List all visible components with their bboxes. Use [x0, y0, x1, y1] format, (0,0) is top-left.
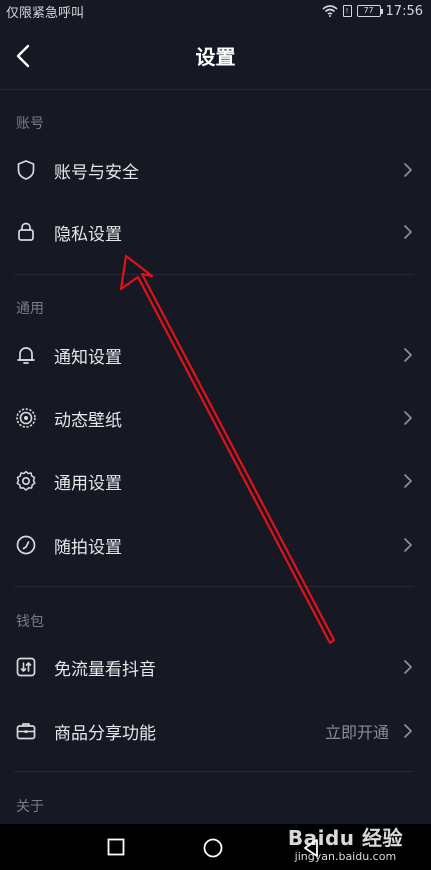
- data-free-icon: [16, 657, 36, 677]
- chevron-right-icon: [404, 225, 412, 239]
- lock-icon: [18, 222, 34, 241]
- section-header-wallet: 钱包: [16, 614, 44, 630]
- live-wallpaper-icon: [16, 408, 36, 428]
- back-arrow-icon[interactable]: [12, 42, 36, 70]
- nav-header: 设置: [0, 22, 431, 90]
- settings-item-label: 商品分享功能: [54, 723, 156, 744]
- chevron-right-icon: [404, 474, 412, 488]
- section-header-about: 关于: [16, 799, 44, 815]
- settings-item-live-wallpaper[interactable]: 动态壁纸: [0, 388, 431, 448]
- settings-item-label: 通知设置: [54, 347, 122, 368]
- wifi-icon: [322, 5, 338, 17]
- section-header-general: 通用: [16, 301, 44, 317]
- briefcase-icon: [16, 723, 36, 740]
- shield-icon: [17, 160, 35, 180]
- settings-item-privacy[interactable]: 隐私设置: [0, 202, 431, 262]
- chevron-right-icon: [404, 660, 412, 674]
- chevron-right-icon: [404, 411, 412, 425]
- settings-item-label: 免流量看抖音: [54, 659, 156, 680]
- section-divider: [14, 771, 414, 772]
- settings-item-general[interactable]: 通用设置: [0, 451, 431, 511]
- settings-item-account-security[interactable]: 账号与安全: [0, 140, 431, 200]
- status-bar: 仅限紧急呼叫 ! 77 17:56: [0, 0, 431, 22]
- bell-icon: [17, 347, 35, 364]
- clock: 17:56: [385, 3, 423, 19]
- page-title: 设置: [195, 45, 236, 69]
- settings-item-notifications[interactable]: 通知设置: [0, 325, 431, 385]
- watermark-url: jingyan.baidu.com: [294, 850, 397, 863]
- camera-timer-icon: [16, 535, 36, 555]
- settings-item-label: 隐私设置: [54, 224, 122, 245]
- section-divider: [14, 586, 414, 587]
- chevron-right-icon: [404, 163, 412, 177]
- settings-item-label: 动态壁纸: [54, 410, 122, 431]
- chevron-right-icon: [404, 348, 412, 362]
- carrier-text: 仅限紧急呼叫: [6, 5, 85, 21]
- settings-item-label: 通用设置: [54, 473, 122, 494]
- activate-now-link[interactable]: 立即开通: [325, 719, 389, 743]
- battery-icon: 77: [356, 5, 383, 17]
- section-divider: [14, 274, 414, 275]
- section-header-account: 账号: [16, 116, 44, 132]
- settings-item-quick-shoot[interactable]: 随拍设置: [0, 515, 431, 575]
- gear-icon: [16, 470, 36, 491]
- watermark-brand: Baidu 经验: [287, 826, 403, 850]
- home-circle-icon[interactable]: [203, 838, 223, 858]
- battery-level: 77: [363, 6, 374, 15]
- baidu-jingyan-watermark: Baidu 经验 jingyan.baidu.com: [288, 826, 403, 863]
- sim-icon: !: [342, 5, 352, 17]
- chevron-right-icon: [404, 724, 412, 738]
- settings-item-product-share[interactable]: 商品分享功能 立即开通: [0, 701, 431, 761]
- chevron-right-icon: [404, 538, 412, 552]
- settings-item-label: 账号与安全: [54, 162, 139, 183]
- settings-item-label: 随拍设置: [54, 537, 122, 558]
- settings-item-data-free[interactable]: 免流量看抖音: [0, 637, 431, 697]
- recent-apps-square-icon[interactable]: [107, 838, 125, 856]
